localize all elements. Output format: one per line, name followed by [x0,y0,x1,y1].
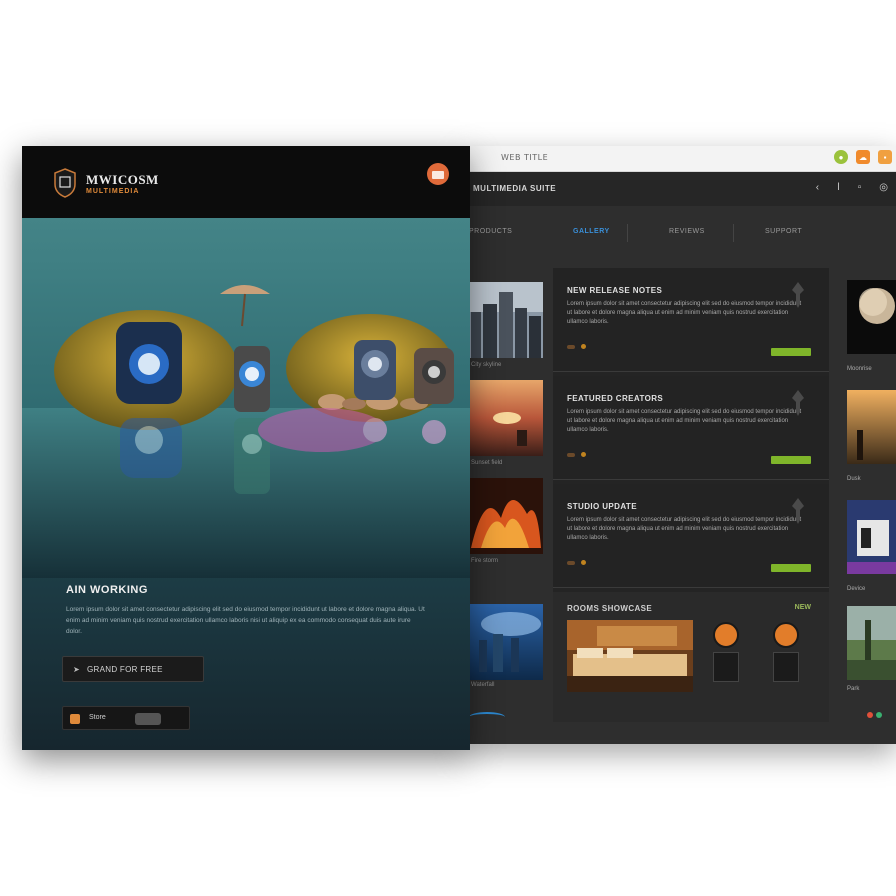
settings-icon[interactable]: ◎ [879,182,888,193]
info-icon[interactable]: ǀ [837,182,840,193]
rating-icon [581,560,586,565]
tab-reviews[interactable]: REVIEWS [669,228,705,235]
thumbnail-caption: Device [847,586,866,592]
poster-body: Lorem ipsum dolor sit amet consectetur a… [66,606,425,635]
status-dot [867,712,873,718]
thumbnail-caption: Dusk [847,476,861,482]
brand-tagline: MULTIMEDIA [86,188,140,195]
content-card[interactable]: FEATURED CREATORS Lorem ipsum dolor sit … [553,376,829,480]
pin-icon[interactable] [791,282,805,308]
window-icon[interactable]: ▫ [858,182,862,193]
tab-products[interactable]: PRODUCTS [469,228,512,235]
footer-logo-icon [469,712,505,722]
thumbnail-caption: Moonrise [847,366,872,372]
thumbnail-dusk[interactable] [847,390,896,464]
store-icon [70,714,80,724]
tag-icon [567,344,575,349]
promo-poster: MWICOSM MULTIMEDIA AIN WORKING Lorem ips… [22,146,470,750]
nav-tabs: PRODUCTS GALLERY REVIEWS SUPPORT [465,218,896,248]
rating-icon [581,344,586,349]
poster-header: MWICOSM MULTIMEDIA [22,146,470,218]
browser-title: WEB TITLE [501,153,549,162]
thumbnail-caption: Waterfall [471,682,495,688]
nav-divider [627,224,628,242]
tag-icon [567,560,575,565]
store-button[interactable]: Store [62,706,190,730]
content-card[interactable]: STUDIO UPDATE Lorem ipsum dolor sit amet… [553,484,829,588]
thumbnail-caption: Fire storm [471,558,498,564]
app-header: MULTIMEDIA SUITE ‹ ǀ ▫ ◎ [465,172,896,206]
poster-heading: AIN WORKING [66,584,148,596]
card-action-button[interactable] [771,456,811,464]
thumbnail-moon[interactable] [847,280,896,354]
feature-block: ROOMS SHOWCASE NEW [553,592,829,722]
app-title: MULTIMEDIA SUITE [473,184,557,193]
feature-badge: NEW [794,604,811,611]
home-badge-icon[interactable] [426,162,450,186]
rating-icon [581,452,586,457]
cloud-icon[interactable]: ☁ [856,150,870,164]
share-icon[interactable]: ‹ [816,182,819,193]
scene: WEB TITLE ● ☁ ▪ MULTIMEDIA SUITE ‹ ǀ ▫ ◎… [0,0,896,896]
thumbnail-park[interactable] [847,606,896,680]
extension-icon[interactable]: ● [834,150,848,164]
card-meta [567,452,586,457]
brand-name: MWICOSM [86,172,159,187]
device-thumbnail[interactable] [773,652,799,682]
card-action-button[interactable] [771,348,811,356]
bedroom-image[interactable] [567,620,693,692]
card-text: Lorem ipsum dolor sit amet consectetur a… [567,409,802,433]
card-title: NEW RELEASE NOTES [567,286,663,295]
bookmark-icon[interactable]: ▪ [878,150,892,164]
browser-toolbar: WEB TITLE ● ☁ ▪ [465,146,896,172]
card-action-button[interactable] [771,564,811,572]
feature-title: ROOMS SHOWCASE [567,604,653,613]
shield-logo-icon [54,168,76,198]
app-window: WEB TITLE ● ☁ ▪ MULTIMEDIA SUITE ‹ ǀ ▫ ◎… [465,146,896,744]
arrow-icon: ➤ [73,665,80,674]
cta-label: GRAND FOR FREE [87,665,163,674]
audio-icon[interactable] [713,622,739,648]
thumbnail-city[interactable] [467,282,543,358]
thumbnail-caption: Sunset field [471,460,503,466]
thumbnail-device[interactable] [847,500,896,574]
header-actions: ‹ ǀ ▫ ◎ [816,182,888,193]
pin-icon[interactable] [791,390,805,416]
device-thumbnail[interactable] [713,652,739,682]
thumbnail-sunset[interactable] [467,380,543,456]
hero-illustration [22,285,470,578]
card-meta [567,344,586,349]
footer-status-icons [867,712,882,718]
card-title: STUDIO UPDATE [567,502,637,511]
card-meta [567,560,586,565]
store-label: Store [89,714,106,721]
content-panel: NEW RELEASE NOTES Lorem ipsum dolor sit … [553,268,829,722]
nav-divider [733,224,734,242]
toggle-pill [135,713,161,725]
tab-gallery[interactable]: GALLERY [573,228,610,235]
card-text: Lorem ipsum dolor sit amet consectetur a… [567,301,802,325]
video-icon[interactable] [773,622,799,648]
card-title: FEATURED CREATORS [567,394,664,403]
tab-support[interactable]: SUPPORT [765,228,802,235]
tag-icon [567,452,575,457]
browser-icons: ● ☁ ▪ [834,150,892,164]
thumbnail-fire[interactable] [467,478,543,554]
thumbnail-waterfall[interactable] [467,604,543,680]
card-text: Lorem ipsum dolor sit amet consectetur a… [567,517,802,541]
status-dot [876,712,882,718]
get-started-button[interactable]: ➤ GRAND FOR FREE [62,656,204,682]
content-card[interactable]: NEW RELEASE NOTES Lorem ipsum dolor sit … [553,268,829,372]
thumbnail-caption: Park [847,686,860,692]
thumbnail-caption: City skyline [471,362,502,368]
pin-icon[interactable] [791,498,805,524]
